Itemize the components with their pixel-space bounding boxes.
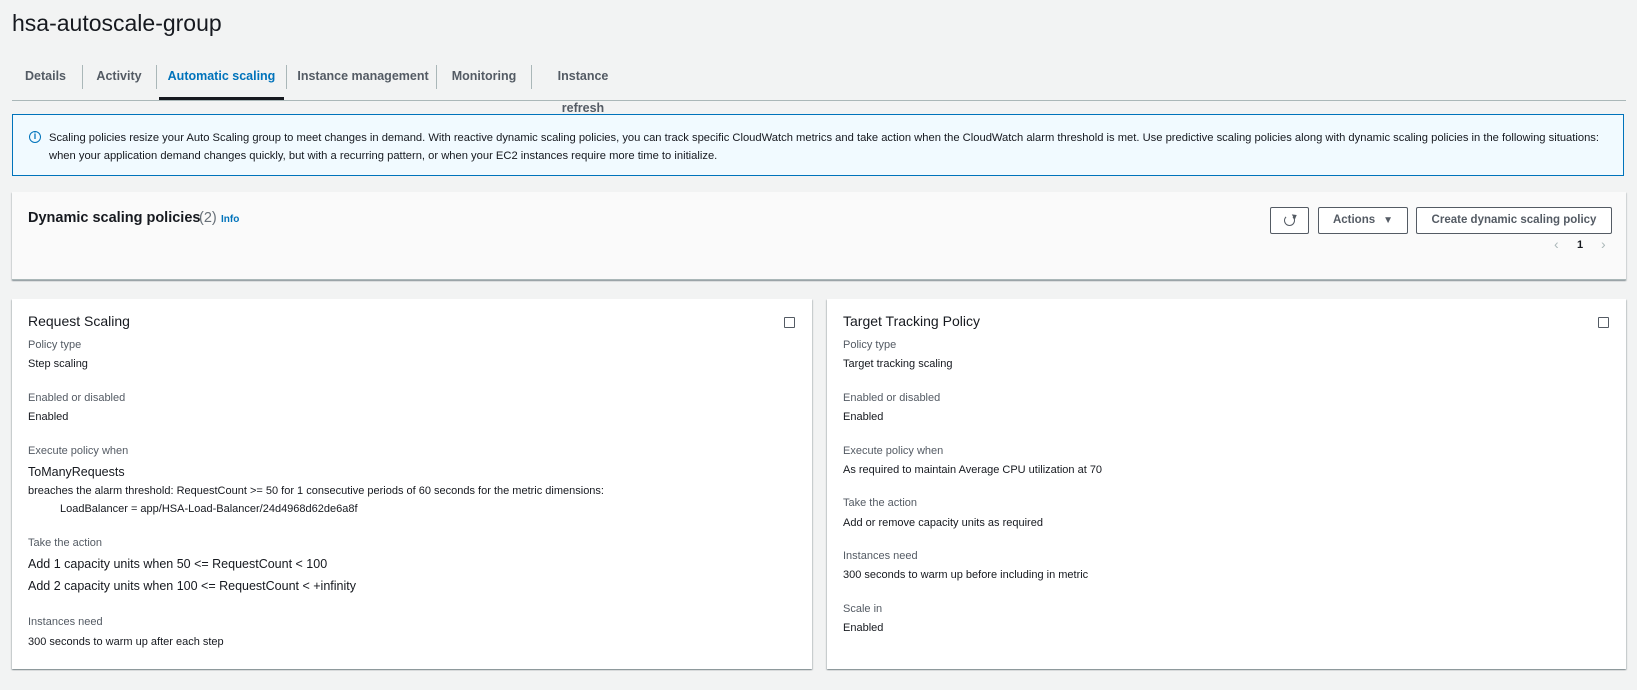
alarm-description: breaches the alarm threshold: RequestCou… (28, 485, 604, 497)
enabled-label: Enabled or disabled (28, 392, 126, 404)
actions-dropdown-button[interactable]: Actions ▼ (1318, 207, 1408, 234)
chevron-right-icon[interactable]: › (1601, 236, 1606, 254)
dynamic-scaling-policies-header: Dynamic scaling policies (2) Info Action… (12, 192, 1626, 280)
execute-policy-label: Execute policy when (28, 445, 129, 457)
tab-automatic-scaling[interactable]: Automatic scaling (159, 60, 284, 100)
enabled-label: Enabled or disabled (843, 392, 941, 404)
tab-divider (436, 65, 437, 89)
actions-label: Actions (1332, 214, 1376, 226)
refresh-icon (1284, 215, 1295, 226)
instances-need-label: Instances need (28, 616, 103, 628)
scale-in-label: Scale in (843, 603, 883, 615)
step-action-2: Add 2 capacity units when 100 <= Request… (28, 579, 356, 593)
policy-type-label: Policy type (843, 339, 897, 351)
tab-monitoring[interactable]: Monitoring (440, 60, 528, 99)
policy-card-title: Target Tracking Policy (843, 313, 980, 329)
alert-text: Scaling policies resize your Auto Scalin… (49, 132, 1600, 162)
panel-title: Dynamic scaling policies (28, 210, 201, 226)
tab-instance-management[interactable]: Instance management (290, 60, 436, 99)
policy-select-checkbox[interactable] (784, 317, 795, 328)
chevron-left-icon[interactable]: ‹ (1554, 236, 1559, 254)
scale-in-value: Enabled (843, 622, 884, 634)
take-action-value: Add or remove capacity units as required (843, 517, 1043, 529)
info-icon: i (29, 131, 41, 143)
policy-count: (2) (199, 210, 217, 226)
policy-card-request-scaling: Request Scaling Policy type Step scaling… (12, 299, 812, 669)
tab-details[interactable]: Details (18, 60, 73, 99)
policy-type-value: Target tracking scaling (843, 358, 953, 370)
tab-bar: Details Activity Automatic scaling Insta… (12, 60, 1626, 115)
refresh-button[interactable] (1270, 207, 1309, 234)
info-alert: i Scaling policies resize your Auto Scal… (12, 114, 1624, 176)
enabled-value: Enabled (28, 411, 69, 423)
policy-card-title: Request Scaling (28, 313, 130, 329)
execute-policy-label: Execute policy when (843, 445, 944, 457)
take-action-label: Take the action (843, 497, 917, 509)
tab-divider (156, 65, 157, 89)
info-link[interactable]: Info (221, 214, 239, 225)
policy-select-checkbox[interactable] (1598, 317, 1609, 328)
policy-type-label: Policy type (28, 339, 82, 351)
tab-instance-refresh[interactable]: Instance refresh (536, 60, 630, 115)
policy-card-target-tracking: Target Tracking Policy Policy type Targe… (827, 299, 1626, 669)
enabled-value: Enabled (843, 411, 884, 423)
alarm-dimension: LoadBalancer = app/HSA-Load-Balancer/24d… (60, 503, 358, 515)
tab-activity[interactable]: Activity (86, 60, 152, 99)
page-title: hsa-autoscale-group (12, 10, 222, 36)
policy-type-value: Step scaling (28, 358, 88, 370)
caret-down-icon: ▼ (1383, 215, 1394, 226)
tab-divider (286, 65, 287, 89)
take-action-label: Take the action (28, 537, 102, 549)
tab-divider (82, 65, 83, 89)
tab-divider (531, 65, 532, 89)
execute-policy-value: As required to maintain Average CPU util… (843, 464, 1103, 476)
instances-need-value: 300 seconds to warm up before including … (843, 569, 1089, 581)
instances-need-label: Instances need (843, 550, 918, 562)
current-page-number[interactable]: 1 (1577, 239, 1583, 257)
alarm-name: ToManyRequests (28, 465, 125, 479)
instances-need-value: 300 seconds to warm up after each step (28, 636, 224, 648)
create-dynamic-scaling-policy-button[interactable]: Create dynamic scaling policy (1416, 207, 1612, 234)
step-action-1: Add 1 capacity units when 50 <= RequestC… (28, 557, 328, 571)
